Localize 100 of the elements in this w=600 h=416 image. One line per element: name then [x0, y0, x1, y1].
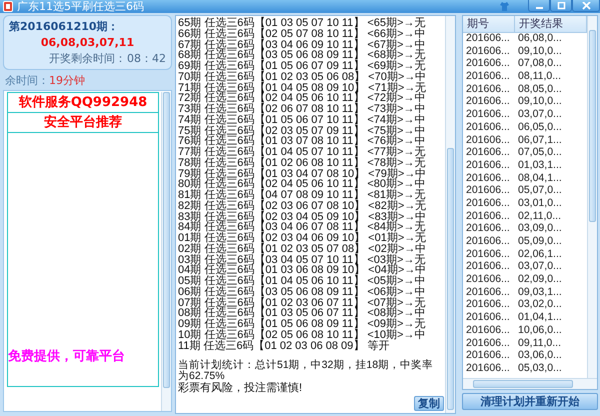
- table-cell-text: 03,07,0...: [517, 108, 563, 121]
- plan-line: 10期 任选三6码【02 05 06 08 10 11】 <10期>→中: [178, 330, 426, 340]
- plan-line: 03期 任选三6码【03 04 05 07 10 11】 <03期>→无: [178, 254, 426, 266]
- table-cell-text: 08,04,1...: [517, 172, 563, 184]
- table-cell-text: 201606...: [465, 336, 511, 350]
- table-cell-text: 201606...: [465, 70, 511, 83]
- table-cell-text: 201606...: [465, 57, 511, 70]
- table-cell-text: 02,06,1...: [517, 248, 563, 260]
- table-cell-text: 201606...: [465, 108, 511, 121]
- table-cell-text: 03,01,0...: [517, 196, 563, 210]
- copy-button[interactable]: 复制: [414, 396, 444, 411]
- table-cell-text: 02,09,0...: [517, 273, 563, 286]
- plan-line: 70期 任选三6码【01 02 03 05 06 08】 <70期>→中: [178, 72, 428, 82]
- table-cell-text: 03,02,0...: [517, 298, 563, 312]
- table-cell-text: 201606...: [465, 362, 511, 375]
- table-cell-text: 201606...: [465, 120, 511, 134]
- table-cell-text: 09,03,1...: [517, 286, 563, 298]
- plan-line: 74期 任选三6码【01 05 06 07 10 11】 <74期>→中: [178, 114, 426, 126]
- table-cell-text: 02,11,0...: [517, 210, 562, 222]
- scrollbar[interactable]: [587, 16, 597, 379]
- table-cell-text: 201606...: [465, 324, 511, 336]
- countdown-label: 开奖剩余时间：: [49, 51, 126, 66]
- table-cell-text: 09,10,0...: [517, 44, 563, 58]
- table-cell-text: 201606...: [465, 298, 511, 312]
- table-cell-text: 201606...: [465, 146, 511, 159]
- plan-line: 75期 任选三6码【02 03 05 07 09 11】 <75期>→中: [178, 126, 426, 136]
- plan-line: 67期 任选三6码【03 04 06 09 10 11】 <67期>→中: [178, 40, 426, 50]
- table-cell-text: 03,06,0...: [517, 349, 563, 362]
- plan-line: 08期 任选三6码【01 03 05 06 07 11】 <08期>→中: [178, 308, 426, 319]
- table-cell-text: 07,08,0...: [517, 57, 563, 70]
- table-cell-text: 201606...: [465, 196, 511, 210]
- plan-line: 72期 任选三6码【02 04 05 06 10 11】 <72期>→中: [178, 93, 426, 104]
- plan-line: 01期 任选三6码【02 03 04 06 09 10】 <01期>→无: [178, 233, 428, 244]
- period-label: 第2016061210期：: [9, 19, 120, 34]
- plan-line: 81期 任选三6码【04 07 08 09 10 11】 <81期>→无: [178, 190, 426, 201]
- close-icon: [582, 2, 590, 10]
- table-cell-text: 09,11,0...: [517, 336, 562, 350]
- scroll-thumb[interactable]: [163, 92, 170, 388]
- maximize-icon: [556, 2, 566, 10]
- plan-line: 78期 任选三6码【01 02 06 08 10 11】 <78期>→无: [178, 158, 426, 168]
- scroll-thumb[interactable]: [447, 148, 454, 410]
- plan-line: 66期 任选三6码【02 05 07 08 10 11】 <66期>→中: [178, 28, 426, 40]
- table-cell-text: 01,03,1...: [517, 158, 563, 172]
- table-cell-text: 201606...: [465, 273, 511, 286]
- plan-line: 06期 任选三6码【03 05 06 08 09 11】 <06期>→中: [178, 286, 426, 298]
- maximize-button[interactable]: [550, 0, 572, 12]
- plan-line: 73期 任选三6码【02 06 07 08 10 11】 <73期>→中: [178, 104, 426, 115]
- horizontal-scrollbar[interactable]: [463, 378, 597, 389]
- countdown-value: 08：42: [127, 51, 166, 66]
- scroll-thumb[interactable]: [589, 30, 596, 222]
- table-cell-text: 08,11,0...: [517, 70, 562, 83]
- remaining-label: 余时间：: [5, 72, 49, 88]
- close-button[interactable]: [572, 0, 600, 12]
- table-cell-text: 06,08,0...: [517, 32, 563, 45]
- plan-line: 80期 任选三6码【02 04 05 06 10 11】 <80期>→中: [178, 179, 426, 190]
- table-cell-text: 03,07,0...: [517, 260, 563, 274]
- table-cell-text: 10,06,0...: [517, 324, 563, 336]
- table-cell-text: 201606...: [465, 95, 511, 108]
- plan-line: 68期 任选三6码【03 05 06 08 09 11】 <68期>→无: [178, 50, 426, 61]
- plan-line: 05期 任选三6码【01 04 05 06 10 11】 <05期>→中: [178, 276, 426, 287]
- table-cell-text: 201606...: [465, 210, 511, 222]
- table-cell-text: 201606...: [465, 248, 511, 260]
- table-cell-text: 08,05,0...: [517, 82, 563, 96]
- minimize-button[interactable]: [528, 0, 550, 12]
- plan-line: 11期 任选三6码【01 02 03 06 08 09】 等开: [178, 340, 390, 352]
- table-cell-text: 06,05,0...: [517, 120, 563, 134]
- table-cell-text: 201606...: [465, 235, 511, 248]
- plan-summary: 当前计划统计：总计51期，中32期，挂18期，中奖率为62.75%: [178, 360, 434, 382]
- column-header[interactable]: 期号: [463, 16, 515, 33]
- table-cell-text: 09,10,0...: [517, 95, 563, 108]
- table-cell-text: 201606...: [465, 172, 511, 184]
- plan-line: 65期 任选三6码【01 03 05 07 10 11】 <65期>→无: [178, 18, 426, 29]
- plan-line: 04期 任选三6码【01 03 06 08 09 10】 <04期>→中: [178, 265, 428, 276]
- risk-warning: 彩票有风险，投注需谨慎!: [178, 382, 304, 394]
- scrollbar[interactable]: [445, 16, 455, 413]
- table-cell-text: 201606...: [465, 82, 511, 96]
- plan-line: 07期 任选三6码【01 02 03 06 07 11】 <07期>→无: [178, 298, 426, 308]
- ad-text[interactable]: 免费提供，可靠平台: [7, 133, 159, 387]
- plan-line: 79期 任选三6码【01 03 04 07 08 10】 <79期>→中: [178, 168, 428, 180]
- reset-plan-button[interactable]: 清理计划并重新开始: [462, 393, 598, 410]
- plan-line: 02期 任选三6码【01 02 03 05 07 08】 <02期>→中: [178, 244, 428, 254]
- table-cell-text: 201606...: [465, 184, 511, 197]
- table-cell-text: 07,05,0...: [517, 146, 563, 159]
- ad-text[interactable]: 软件服务QQ992948: [7, 92, 159, 113]
- table-cell-text: 05,09,0...: [517, 235, 563, 248]
- window-title: 广东11选5平刷任选三6码: [17, 0, 145, 13]
- ad-text[interactable]: 安全平台推荐: [7, 113, 159, 133]
- table-cell-text: 05,07,0...: [517, 184, 563, 197]
- table-cell-text: 201606...: [465, 260, 511, 274]
- column-header[interactable]: 开奖结果: [515, 16, 587, 33]
- remaining-value: 19分钟: [49, 72, 85, 88]
- plan-line: 76期 任选三6码【01 03 07 08 10 11】 <76期>→中: [178, 136, 426, 147]
- table-cell-text: 201606...: [465, 311, 511, 324]
- scroll-thumb[interactable]: [473, 380, 573, 388]
- scrollbar[interactable]: [161, 92, 171, 411]
- table-cell-text: 201606...: [465, 349, 511, 362]
- app-icon: [3, 1, 13, 12]
- plan-line: 71期 任选三6码【01 04 05 08 09 10】 <71期>→无: [178, 82, 428, 94]
- plan-line: 77期 任选三6码【01 04 05 07 10 11】 <77期>→无: [178, 147, 426, 158]
- shirt-icon[interactable]: [499, 1, 510, 12]
